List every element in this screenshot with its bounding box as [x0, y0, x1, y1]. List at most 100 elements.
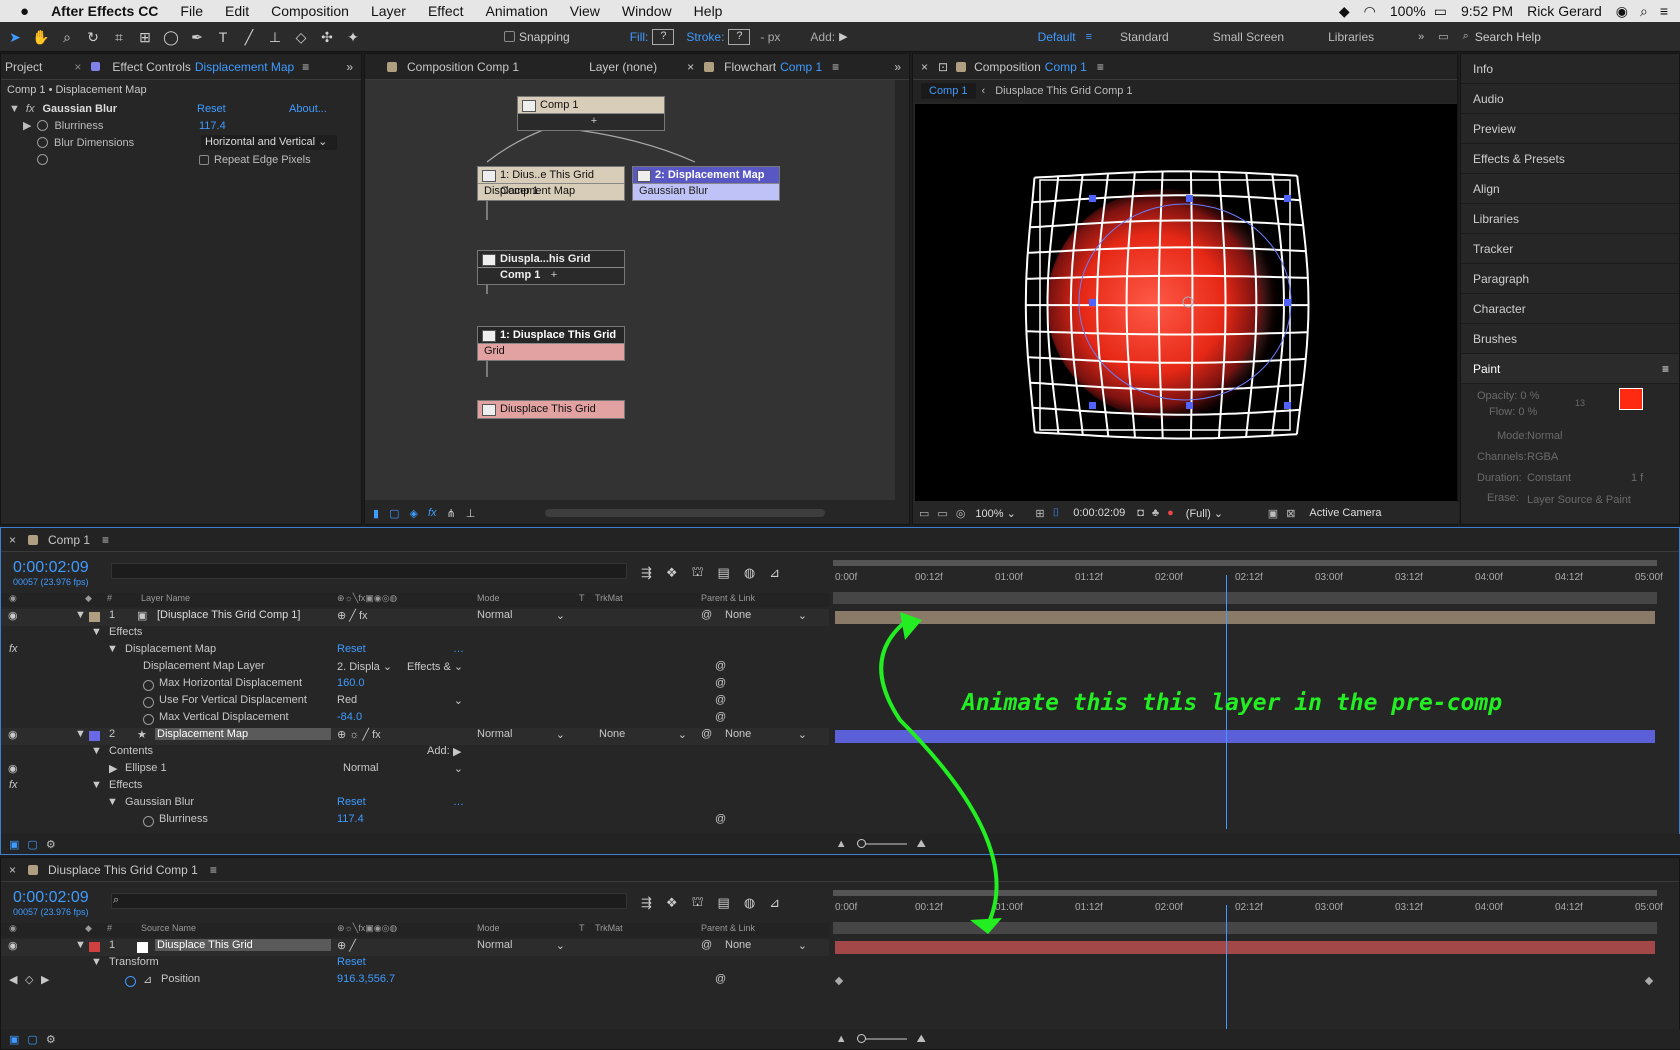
position-row[interactable]: ◀ ◇ ▶ ⊿ Position 916.3,556.7 @	[1, 973, 829, 990]
paint-mode-value[interactable]: Normal	[1527, 430, 1562, 442]
blurriness-value[interactable]: 117.4	[199, 120, 226, 132]
workspace-small-screen[interactable]: Small Screen	[1213, 30, 1284, 44]
frame-blending-icon[interactable]: ▤	[718, 565, 730, 581]
dropbox-icon[interactable]: ◆	[1339, 3, 1350, 20]
zoom-tool-icon[interactable]: ⌕	[56, 26, 78, 48]
layer-bar-2[interactable]	[835, 730, 1655, 743]
eye-icon[interactable]: ◉	[8, 939, 18, 952]
repeat-edge-checkbox[interactable]	[199, 154, 209, 165]
switches-icon[interactable]: ⊕ ☼ ╱ fx	[337, 728, 381, 741]
toggle-modes-icon[interactable]: ▢	[27, 838, 37, 851]
pickwhip-icon[interactable]: @	[715, 813, 726, 825]
panel-menu-icon[interactable]: ≡	[102, 533, 109, 547]
workspace-libraries[interactable]: Libraries	[1328, 30, 1374, 44]
flow-fx-icon[interactable]: fx	[428, 507, 437, 519]
apple-icon[interactable]: ●	[20, 3, 29, 20]
channel-icon[interactable]: ●	[1167, 507, 1174, 519]
property-value[interactable]: 117.4	[337, 813, 364, 825]
clock[interactable]: 9:52 PM	[1461, 3, 1513, 19]
toggle-layer-switches-icon[interactable]: ▣	[9, 838, 19, 851]
property-value[interactable]: 916.3,556.7	[337, 973, 395, 985]
roto-tool-icon[interactable]: ✣	[316, 26, 338, 48]
effect-options-link[interactable]: …	[453, 643, 464, 655]
menu-view[interactable]: View	[570, 3, 600, 19]
panel-menu-icon[interactable]: ≡	[832, 60, 839, 74]
stopwatch-icon[interactable]	[143, 697, 154, 708]
tab-flowchart[interactable]: Flowchart	[724, 60, 776, 74]
panel-character[interactable]: Character	[1461, 294, 1679, 324]
channel-select[interactable]: Red ⌄	[337, 694, 463, 707]
flow-direction-icon[interactable]: ▮	[373, 507, 379, 520]
workspace-menu-icon[interactable]: ≡	[1086, 31, 1092, 43]
disclosure-icon[interactable]: ▼	[75, 609, 86, 621]
mode-select[interactable]: Normal ⌄	[477, 728, 565, 741]
viewer-current-time[interactable]: 0:00:02:09	[1073, 507, 1125, 519]
transform-row[interactable]: ▼ Transform Reset	[1, 956, 829, 973]
fx-icon[interactable]: fx	[9, 779, 18, 791]
draft-3d-icon[interactable]: ❖	[666, 565, 678, 581]
tab-flowchart-comp[interactable]: Comp 1	[780, 60, 822, 74]
trkmat-column-header[interactable]: TrkMat	[595, 593, 623, 603]
transparency-icon[interactable]: ⌷	[1053, 507, 1060, 520]
snapping-checkbox[interactable]	[504, 31, 515, 42]
flow-layers-icon[interactable]: ▢	[389, 507, 399, 520]
disclosure-icon[interactable]: ▼	[107, 796, 118, 808]
panel-paint[interactable]: Paint ≡	[1461, 354, 1679, 384]
track-area[interactable]	[833, 905, 1659, 1029]
effects-group-row[interactable]: fx ▼ Effects	[1, 779, 829, 796]
tab-project[interactable]: Project	[5, 60, 42, 74]
paint-erase-value[interactable]: Layer Source & Paint	[1527, 494, 1631, 506]
hand-tool-icon[interactable]: ✋	[30, 26, 52, 48]
flow-export-icon[interactable]: ⊥	[466, 507, 476, 520]
add-icon[interactable]: ▶	[839, 30, 847, 43]
layer-name[interactable]: Displacement Map	[155, 728, 331, 740]
track-area[interactable]	[833, 575, 1659, 829]
stroke-width[interactable]: - px	[760, 30, 780, 44]
close-icon[interactable]: ×	[9, 863, 16, 877]
panel-preview[interactable]: Preview	[1461, 114, 1679, 144]
expand-panel-icon[interactable]: »	[346, 60, 353, 74]
flow-node-layer1[interactable]: 1: Dius..e This Grid Comp 1 Displacement…	[477, 166, 625, 201]
stopwatch-icon[interactable]	[143, 714, 154, 725]
rotate-tool-icon[interactable]: ↻	[82, 26, 104, 48]
tab-composition[interactable]: Composition	[974, 60, 1041, 74]
toggle-modes-icon[interactable]: ▢	[27, 1033, 37, 1046]
motion-blur-icon[interactable]: ◍	[744, 565, 755, 581]
displacement-map-effect-row[interactable]: fx ▼ Displacement Map Reset …	[1, 643, 829, 660]
zoom-out-icon[interactable]: ▲	[836, 838, 847, 850]
workspace-standard[interactable]: Standard	[1120, 30, 1169, 44]
grid-icon[interactable]: ⊠	[1286, 507, 1295, 520]
add-label[interactable]: Add:	[810, 30, 835, 44]
property-value[interactable]: -84.0	[337, 711, 362, 723]
disclosure-icon[interactable]: ▼	[91, 779, 102, 791]
blurriness-row[interactable]: Blurriness 117.4 @	[1, 813, 829, 830]
pickwhip-icon[interactable]: @	[701, 939, 712, 951]
paint-flow[interactable]: Flow: 0 %	[1489, 406, 1537, 418]
eye-icon[interactable]: ◉	[8, 609, 18, 622]
label-color[interactable]	[89, 612, 100, 622]
disclosure-icon[interactable]: ▼	[9, 103, 20, 115]
menu-effect[interactable]: Effect	[428, 3, 464, 19]
stopwatch-icon[interactable]	[37, 154, 48, 165]
sync-icon[interactable]: ▭	[1438, 30, 1448, 43]
add-keyframe-icon[interactable]: ◇	[25, 973, 33, 986]
flow-node-source[interactable]: Diusplace This Grid	[477, 400, 625, 419]
graph-icon[interactable]: ⊿	[143, 973, 152, 986]
paint-opacity[interactable]: Opacity: 0 %	[1477, 390, 1539, 402]
layer-name[interactable]: Diusplace This Grid	[155, 939, 331, 951]
brush-tool-icon[interactable]: ╱	[238, 26, 260, 48]
disclosure-icon[interactable]: ▼	[107, 643, 118, 655]
pickwhip-icon[interactable]: @	[701, 609, 712, 621]
selection-tool-icon[interactable]: ➤	[4, 26, 26, 48]
parent-column-header[interactable]: Parent & Link	[701, 593, 755, 603]
tab-layer[interactable]: Layer (none)	[589, 60, 657, 74]
add-icon[interactable]: ▶	[453, 745, 461, 758]
reset-link[interactable]: Reset	[197, 103, 226, 115]
layer-bar-1[interactable]	[835, 611, 1655, 624]
stopwatch-icon[interactable]	[143, 680, 154, 691]
spotlight-icon[interactable]: ⌕	[1640, 3, 1648, 20]
work-area-bar[interactable]	[833, 560, 1657, 566]
timeline-zoom-slider[interactable]	[856, 839, 907, 848]
menu-file[interactable]: File	[180, 3, 203, 19]
tab-effect-layer[interactable]: Displacement Map	[195, 60, 294, 74]
